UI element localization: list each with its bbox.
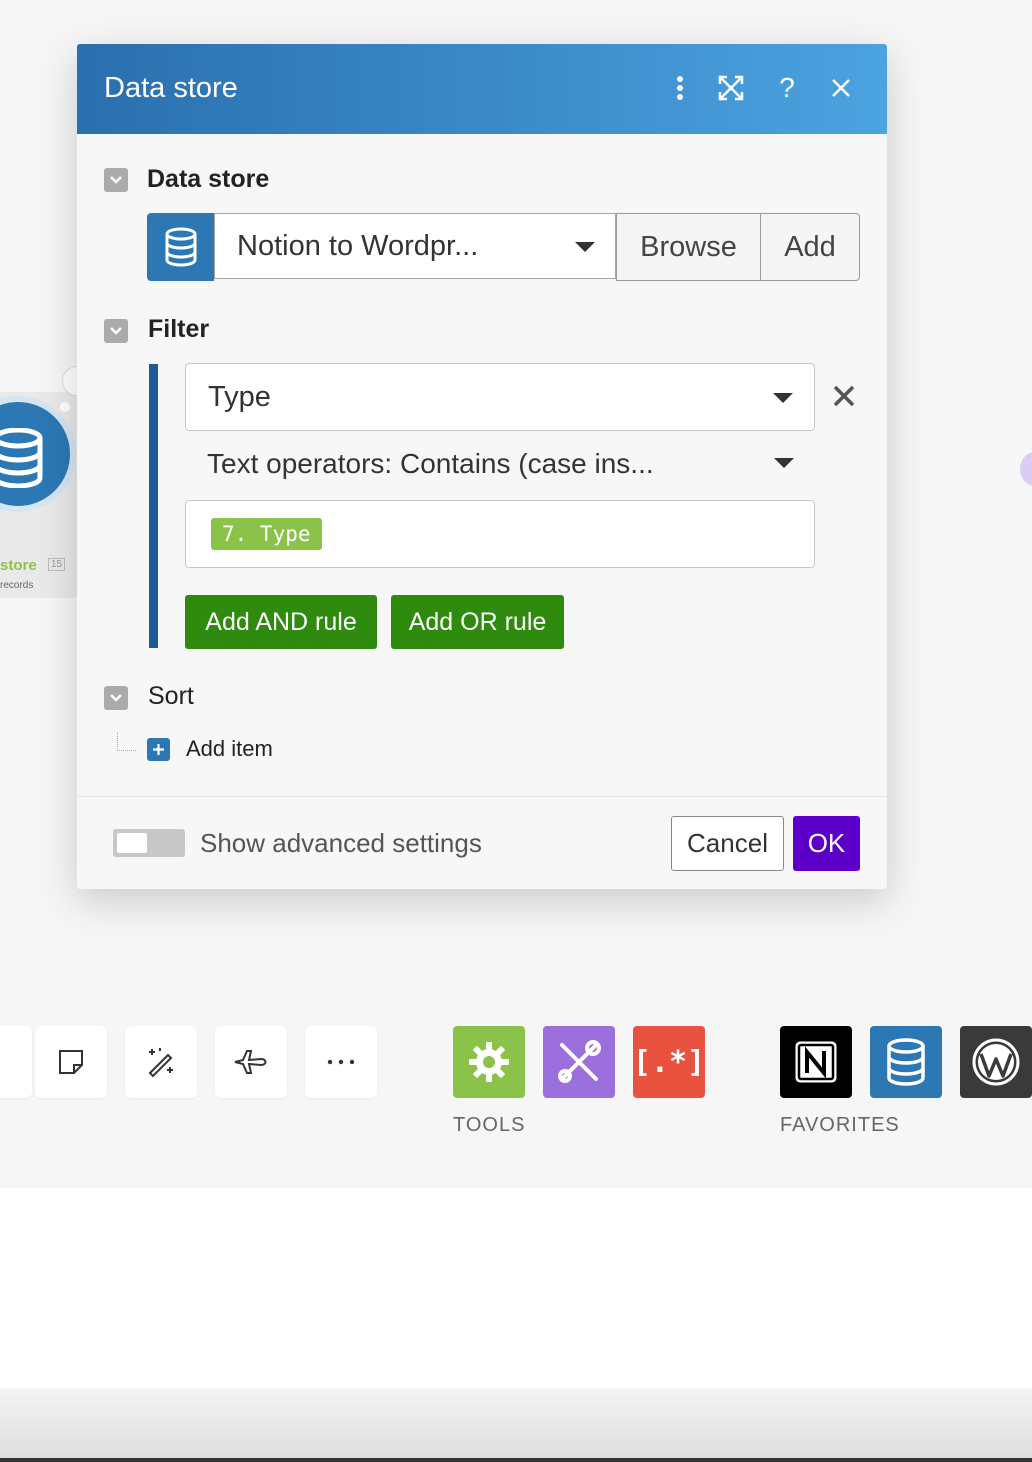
caret-down-icon xyxy=(773,393,793,403)
bottom-divider xyxy=(0,1458,1032,1462)
sort-section-label: Sort xyxy=(148,682,194,710)
data-store-dialog: Data store ? Data store Notion to Wordpr… xyxy=(77,44,887,889)
airplane-icon xyxy=(234,1050,267,1074)
close-icon xyxy=(832,79,850,97)
toolbar-button-partial[interactable] xyxy=(0,1026,32,1098)
caret-down-icon[interactable] xyxy=(774,458,794,468)
add-and-rule-button[interactable]: Add AND rule xyxy=(185,595,377,649)
node-label: store xyxy=(0,557,37,574)
database-icon xyxy=(165,227,196,267)
chevron-down-icon xyxy=(110,327,122,335)
advanced-settings-label: Show advanced settings xyxy=(200,828,482,858)
filter-section-toggle[interactable] xyxy=(104,319,128,343)
dialog-header: Data store ? xyxy=(77,44,887,134)
wordpress-icon xyxy=(972,1038,1020,1086)
kebab-menu-icon xyxy=(677,76,683,100)
data-store-section-label: Data store xyxy=(147,165,270,193)
node-sublabel: records xyxy=(0,580,34,591)
cancel-button[interactable]: Cancel xyxy=(671,816,784,871)
browse-button[interactable]: Browse xyxy=(616,213,761,281)
close-button[interactable] xyxy=(823,70,859,106)
favorites-caption: FAVORITES xyxy=(780,1114,900,1136)
add-data-store-button[interactable]: Add xyxy=(760,213,860,281)
footer-divider xyxy=(77,796,887,797)
regex-brackets-icon: [.*] xyxy=(632,1044,706,1080)
chevron-down-icon xyxy=(110,694,122,702)
chevron-down-icon xyxy=(110,176,122,184)
sort-section-toggle[interactable] xyxy=(104,686,128,710)
ellipsis-icon xyxy=(327,1059,355,1065)
caret-down-icon xyxy=(575,242,595,252)
add-note-button[interactable] xyxy=(35,1026,107,1098)
filter-field-value: Type xyxy=(208,381,271,413)
explain-flow-button[interactable] xyxy=(215,1026,287,1098)
tools-flow-control-button[interactable] xyxy=(543,1026,615,1098)
add-or-rule-button[interactable]: Add OR rule xyxy=(391,595,564,649)
mapped-value-pill[interactable]: 7. Type xyxy=(211,518,322,550)
ok-button[interactable]: OK xyxy=(793,816,860,871)
data-store-icon-box xyxy=(147,213,214,281)
data-store-selected-value: Notion to Wordpr... xyxy=(237,230,479,262)
tree-connector xyxy=(117,732,136,751)
below-canvas-area xyxy=(0,1188,1032,1388)
more-tools-button[interactable] xyxy=(305,1026,377,1098)
database-icon xyxy=(0,428,43,488)
notion-icon xyxy=(795,1041,837,1083)
tools-text-parser-button[interactable]: [.*] xyxy=(633,1026,705,1098)
favorite-notion-button[interactable] xyxy=(780,1026,852,1098)
favorite-wordpress-button[interactable] xyxy=(960,1026,1032,1098)
magic-wand-icon xyxy=(148,1048,173,1078)
filter-field-select[interactable]: Type xyxy=(185,363,815,431)
add-item-plus-button[interactable] xyxy=(147,738,170,761)
filter-operator-select[interactable]: Text operators: Contains (case ins... xyxy=(207,448,654,480)
add-item-link[interactable]: Add item xyxy=(186,736,273,762)
tools-settings-button[interactable] xyxy=(453,1026,525,1098)
node-badge: 15 xyxy=(48,558,66,571)
auto-align-button[interactable] xyxy=(125,1026,197,1098)
close-icon xyxy=(833,385,855,407)
help-button[interactable]: ? xyxy=(769,70,805,106)
toggle-knob xyxy=(117,833,147,853)
node-connector-dot xyxy=(60,402,70,412)
wrench-screwdriver-icon xyxy=(558,1040,601,1083)
gear-icon xyxy=(469,1042,509,1082)
bottom-bar xyxy=(0,1388,1032,1462)
data-store-icon xyxy=(887,1038,925,1086)
remove-rule-button[interactable] xyxy=(829,380,859,412)
more-options-button[interactable] xyxy=(662,70,698,106)
filter-section-label: Filter xyxy=(148,315,210,343)
data-store-select[interactable]: Notion to Wordpr... xyxy=(214,213,616,279)
tools-caption: TOOLS xyxy=(453,1114,526,1136)
dialog-title: Data store xyxy=(104,72,238,104)
advanced-settings-toggle[interactable] xyxy=(113,829,185,857)
help-icon: ? xyxy=(779,72,795,103)
filter-group-bar xyxy=(149,364,158,648)
data-store-section-toggle[interactable] xyxy=(104,168,128,192)
maximize-button[interactable] xyxy=(713,70,749,106)
note-icon xyxy=(59,1050,83,1074)
favorite-data-store-button[interactable] xyxy=(870,1026,942,1098)
expand-icon xyxy=(718,75,744,101)
plus-icon xyxy=(153,744,164,755)
